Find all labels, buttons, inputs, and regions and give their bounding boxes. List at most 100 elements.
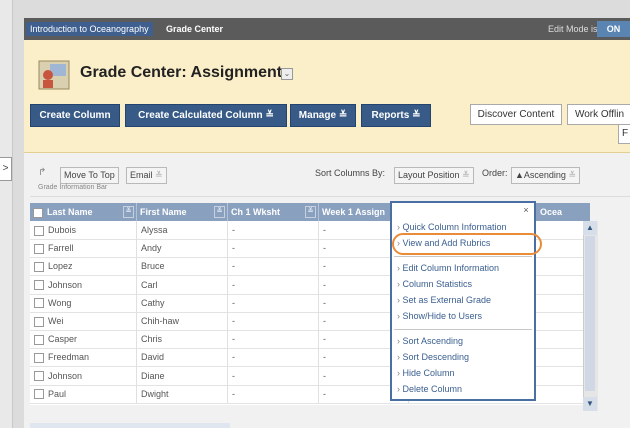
select-all-checkbox[interactable] (33, 207, 43, 218)
table-cell[interactable]: - (228, 312, 319, 330)
cell-text: - (323, 334, 326, 345)
table-cell[interactable]: - (228, 330, 319, 349)
highlight-annotation (392, 233, 542, 255)
cell-text: - (232, 388, 235, 399)
table-cell[interactable]: Bruce (137, 257, 228, 276)
table-cell[interactable]: - (228, 239, 319, 258)
cell-text: - (323, 316, 326, 326)
f-button[interactable]: F (618, 124, 630, 144)
table-cell[interactable]: - (228, 275, 319, 294)
column-header-ocea[interactable]: Ocea (540, 203, 562, 221)
table-cell[interactable]: Andy (137, 239, 228, 258)
grade-information-bar: Grade Information Bar (38, 184, 108, 191)
column-header-first-name[interactable]: First Name ≚ (137, 203, 228, 221)
cell-text: - (232, 243, 235, 254)
chevron-down-icon[interactable]: ≚ (123, 206, 134, 218)
cell-text: Wong (48, 297, 72, 308)
chevron-down-icon[interactable]: ≚ (305, 206, 316, 218)
scrollbar-thumb[interactable] (585, 236, 595, 391)
table-cell[interactable]: - (228, 221, 319, 239)
order-select[interactable]: ▲Ascending ≚ (511, 167, 580, 184)
table-cell[interactable]: Dwight (137, 384, 228, 403)
table-cell[interactable]: Casper (30, 330, 137, 349)
table-cell[interactable]: Carl (137, 275, 228, 294)
cell-text: - (232, 370, 235, 381)
cell-text: - (232, 334, 235, 345)
divider (30, 196, 630, 197)
row-checkbox[interactable] (34, 280, 44, 291)
scroll-down-icon[interactable]: ▼ (583, 397, 597, 411)
cell-text: Carl (141, 279, 158, 290)
create-column-button[interactable]: Create Column (30, 104, 120, 127)
discover-content-button[interactable]: Discover Content (470, 104, 562, 125)
menu-item-edit-column-information[interactable]: Edit Column Information (397, 262, 500, 275)
row-checkbox[interactable] (34, 353, 44, 364)
edit-mode-label: Edit Mode is: (548, 24, 601, 34)
table-cell[interactable]: Dubois (30, 221, 137, 239)
chevron-down-icon[interactable]: ≚ (214, 206, 225, 218)
table-cell[interactable]: Freedman (30, 348, 137, 367)
reports-button[interactable]: Reports ≚ (361, 104, 431, 127)
table-cell[interactable]: Lopez (30, 257, 137, 276)
cell-text: Lopez (48, 261, 73, 272)
row-checkbox[interactable] (34, 316, 44, 327)
table-cell[interactable]: - (228, 366, 319, 385)
email-button[interactable]: Email ≚ (126, 167, 167, 184)
table-cell[interactable]: Diane (137, 366, 228, 385)
scroll-up-icon[interactable]: ▲ (583, 221, 597, 235)
cell-text: Bruce (141, 261, 165, 272)
table-cell[interactable]: Alyssa (137, 221, 228, 239)
breadcrumb-course[interactable]: Introduction to Oceanography (26, 22, 153, 36)
menu-item-sort-descending[interactable]: Sort Descending (397, 351, 470, 364)
menu-item-set-as-external-grade[interactable]: Set as External Grade (397, 294, 492, 307)
column-header-ch1-wksht[interactable]: Ch 1 Wksht ≚ (228, 203, 319, 221)
menu-item-delete-column[interactable]: Delete Column (397, 383, 463, 396)
table-cell[interactable]: - (228, 384, 319, 403)
manage-button[interactable]: Manage ≚ (290, 104, 356, 127)
table-cell[interactable]: Johnson (30, 275, 137, 294)
cell-text: - (323, 225, 326, 235)
table-cell[interactable]: Wei (30, 312, 137, 330)
table-cell[interactable]: Cathy (137, 293, 228, 312)
table-cell[interactable]: - (228, 293, 319, 312)
table-cell[interactable]: David (137, 348, 228, 367)
table-cell[interactable]: - (228, 257, 319, 276)
table-cell[interactable]: - (228, 348, 319, 367)
menu-item-show-hide-to-users[interactable]: Show/Hide to Users (397, 310, 483, 323)
edit-mode-toggle[interactable]: ON (597, 21, 630, 37)
menu-item-sort-ascending[interactable]: Sort Ascending (397, 335, 464, 348)
row-checkbox[interactable] (34, 243, 44, 254)
row-checkbox[interactable] (34, 371, 44, 382)
row-checkbox[interactable] (34, 389, 44, 400)
page-title: Grade Center: Assignments (80, 64, 292, 81)
cell-text: David (141, 352, 165, 363)
move-to-top-button[interactable]: Move To Top (60, 167, 119, 184)
create-calculated-column-button[interactable]: Create Calculated Column ≚ (125, 104, 287, 127)
menu-divider (394, 256, 532, 257)
sort-columns-select[interactable]: Layout Position ≚ (394, 167, 474, 184)
create-calculated-column-label: Create Calculated Column (138, 110, 263, 121)
title-chevron-icon[interactable]: ⌄ (281, 68, 293, 80)
row-checkbox[interactable] (34, 334, 44, 345)
row-checkbox[interactable] (34, 225, 44, 236)
table-cell[interactable]: Chih-haw (137, 312, 228, 330)
table-cell[interactable]: Wong (30, 293, 137, 312)
expand-menu-tab[interactable]: > (0, 157, 12, 181)
cell-text: - (323, 297, 326, 308)
row-checkbox[interactable] (34, 298, 44, 309)
column-header-last-name[interactable]: Last Name ≚ (30, 203, 137, 221)
order-value: ▲Ascending (515, 170, 566, 180)
menu-item-column-statistics[interactable]: Column Statistics (397, 278, 473, 291)
work-offline-button[interactable]: Work Offlin (567, 104, 630, 125)
table-cell[interactable]: Farrell (30, 239, 137, 258)
row-checkbox[interactable] (34, 262, 44, 273)
table-cell[interactable]: Chris (137, 330, 228, 349)
menu-item-hide-column[interactable]: Hide Column (397, 367, 455, 380)
table-cell[interactable]: Paul (30, 384, 137, 403)
cell-text: - (323, 370, 326, 381)
close-icon[interactable]: × (521, 205, 531, 215)
cell-text: Diane (141, 370, 165, 381)
table-cell[interactable]: Johnson (30, 366, 137, 385)
cell-text: - (232, 316, 235, 326)
sort-columns-label: Sort Columns By: (315, 168, 386, 178)
